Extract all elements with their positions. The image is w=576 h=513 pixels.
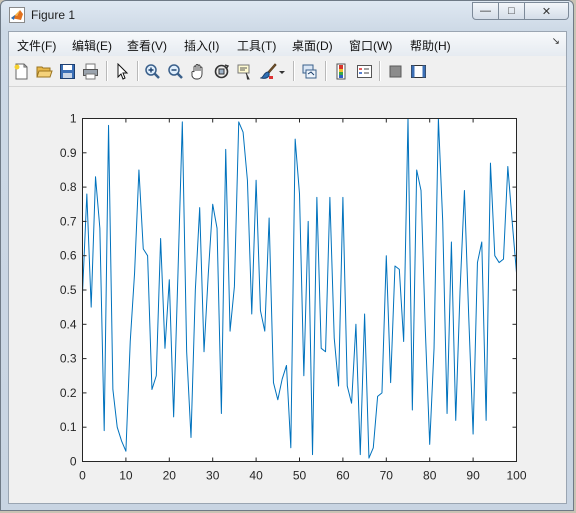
pan-button[interactable] [188,61,208,81]
figure-canvas[interactable]: 0 10 20 30 40 50 60 70 80 90 100 0 0.1 0.2 0.3 0.4 0.5 0.… [9,87,566,503]
x-tick-label: 30 [206,469,220,483]
pointer-button[interactable] [112,61,132,81]
menu-edit[interactable]: 编辑(E) [72,37,112,54]
save-button[interactable] [57,61,77,81]
chevron-down-icon [279,70,285,74]
title-bar[interactable]: Figure 1 — □ ✕ [1,1,573,31]
print-icon [82,63,98,79]
y-tick-label: 0.2 [60,386,77,400]
x-tick-label: 100 [506,469,526,483]
toolbar-separator [379,61,381,81]
y-tick-label: 0.1 [60,420,77,434]
zoom-in-button[interactable] [142,61,162,81]
minimize-icon: — [480,5,491,17]
y-tick-label: 0.4 [60,317,77,331]
hide-plot-tools-icon [389,65,401,77]
link-plot-icon [302,64,316,78]
y-tick-label: 0.7 [60,214,77,228]
zoom-in-icon [144,63,160,79]
legend-icon [356,64,372,78]
brush-dropdown[interactable] [277,61,287,81]
matlab-logo-icon [9,7,25,23]
colorbar-icon [336,63,345,79]
y-tick-label: 0.9 [60,146,77,160]
hide-plot-tools-button[interactable] [385,61,405,81]
y-tick-label: 0.6 [60,249,77,263]
y-tick-label: 0.8 [60,180,77,194]
legend-button[interactable] [354,61,374,81]
new-figure-icon [14,63,27,79]
x-tick-label: 40 [249,469,263,483]
toolbar-separator [106,61,108,81]
x-tick-label: 10 [119,469,133,483]
x-tick-label: 0 [79,469,86,483]
figure-window: Figure 1 — □ ✕ 文件(F) 编辑(E) 查看(V) 插入(I) 工… [0,0,574,511]
link-plot-button[interactable] [299,61,319,81]
y-tick-label: 1 [70,112,77,126]
data-cursor-icon [237,64,250,79]
show-plot-tools-icon [410,64,426,78]
save-icon [59,63,75,79]
x-tick-label: 20 [163,469,177,483]
menu-view[interactable]: 查看(V) [127,37,167,54]
toolbar-separator [293,61,295,81]
figure-toolbar [9,56,566,87]
minimize-button[interactable]: — [472,2,499,20]
x-tick-label: 60 [336,469,350,483]
axes-background [82,118,517,462]
open-file-button[interactable] [34,61,54,81]
brush-button[interactable] [258,61,278,81]
zoom-out-icon [167,63,183,79]
menu-file[interactable]: 文件(F) [17,37,56,54]
toolbar-separator [325,61,327,81]
figure-client-area: 文件(F) 编辑(E) 查看(V) 插入(I) 工具(T) 桌面(D) 窗口(W… [8,31,567,504]
menu-help[interactable]: 帮助(H) [410,37,451,54]
brush-icon [259,62,277,79]
window-controls: — □ ✕ [472,2,569,21]
x-tick-label: 50 [293,469,307,483]
zoom-out-button[interactable] [165,61,185,81]
x-tick-label: 90 [466,469,480,483]
toolbar-separator [137,61,139,81]
pan-icon [190,63,202,79]
menu-tools[interactable]: 工具(T) [237,37,276,54]
new-figure-button[interactable] [11,61,31,81]
maximize-button[interactable]: □ [499,2,525,20]
colorbar-button[interactable] [331,61,351,81]
show-plot-tools-button[interactable] [408,61,428,81]
window-title: Figure 1 [31,8,76,22]
data-cursor-button[interactable] [234,61,254,81]
open-file-icon [35,66,53,77]
double-chevron-icon[interactable]: ↘ [552,36,560,47]
menu-desktop[interactable]: 桌面(D) [292,37,333,54]
menu-bar: 文件(F) 编辑(E) 查看(V) 插入(I) 工具(T) 桌面(D) 窗口(W… [9,32,566,57]
y-tick-label: 0.5 [60,283,77,297]
x-tick-label: 70 [380,469,394,483]
maximize-icon: □ [508,5,515,17]
rotate-3d-icon [214,63,229,78]
close-button[interactable]: ✕ [525,2,569,20]
print-button[interactable] [80,61,100,81]
x-tick-label: 80 [423,469,437,483]
close-icon: ✕ [541,5,552,18]
menu-window[interactable]: 窗口(W) [349,37,392,54]
pointer-icon [117,62,128,80]
menu-insert[interactable]: 插入(I) [184,37,219,54]
line-plot[interactable]: 0 10 20 30 40 50 60 70 80 90 100 0 0.1 0.2 0.3 0.4 0.5 0.… [9,87,566,503]
y-tick-label: 0 [70,455,77,469]
rotate-3d-button[interactable] [211,61,231,81]
y-tick-label: 0.3 [60,352,77,366]
